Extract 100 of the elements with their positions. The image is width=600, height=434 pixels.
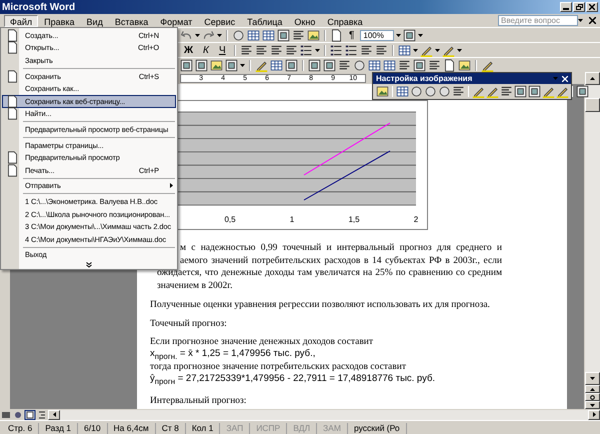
- zoom-field[interactable]: 100%: [360, 30, 394, 40]
- pencil-icon[interactable]: [556, 85, 569, 98]
- frame-icon[interactable]: [195, 58, 208, 72]
- frame-icon[interactable]: [285, 58, 298, 72]
- scroll-left-button[interactable]: [48, 410, 60, 420]
- caret-icon[interactable]: [412, 48, 418, 52]
- frame-icon[interactable]: [323, 58, 336, 72]
- caret-icon[interactable]: [456, 48, 462, 52]
- text-lines-icon[interactable]: [428, 58, 441, 72]
- scroll-right-button[interactable]: [588, 410, 600, 420]
- caret-icon[interactable]: [240, 64, 245, 66]
- vertical-scrollbar[interactable]: [584, 72, 600, 409]
- up-arrow-icon[interactable]: [590, 77, 595, 80]
- text-lines-icon[interactable]: [240, 44, 253, 56]
- text-lines-icon[interactable]: [360, 44, 373, 56]
- pencil-icon[interactable]: [255, 58, 268, 72]
- circle-icon[interactable]: [438, 85, 451, 98]
- list-icon[interactable]: [344, 44, 358, 56]
- right-arrow-icon[interactable]: [592, 412, 596, 417]
- menu-bar-item[interactable]: Вставка: [108, 14, 154, 26]
- text-lines-icon[interactable]: [338, 58, 351, 72]
- page-icon[interactable]: [6, 151, 18, 164]
- paragraph-mark-button[interactable]: ¶: [345, 28, 358, 42]
- frame-icon[interactable]: [277, 28, 290, 42]
- table-icon[interactable]: [368, 58, 381, 72]
- scroll-thumb[interactable]: [585, 98, 600, 112]
- caret-icon[interactable]: [418, 34, 424, 36]
- down-arrow-icon[interactable]: [590, 377, 595, 380]
- page-icon[interactable]: [6, 94, 18, 108]
- scroll-down-button[interactable]: [585, 372, 600, 385]
- text-lines-icon[interactable]: [292, 28, 305, 42]
- frame-icon[interactable]: [528, 85, 541, 98]
- menu-bar-item[interactable]: Вид: [80, 14, 109, 26]
- picture-icon[interactable]: [458, 58, 471, 72]
- page-icon[interactable]: [6, 70, 18, 83]
- text-lines-icon[interactable]: [270, 44, 283, 56]
- table-icon[interactable]: [262, 28, 275, 42]
- circle-icon[interactable]: [232, 28, 245, 42]
- underline-button[interactable]: Ч: [214, 44, 230, 56]
- frame-icon[interactable]: [514, 85, 527, 98]
- circle-icon[interactable]: [410, 85, 423, 98]
- caret-icon[interactable]: [396, 34, 402, 36]
- close-icon[interactable]: [589, 17, 596, 24]
- caret-icon[interactable]: [195, 34, 200, 36]
- menu-bar-item[interactable]: Таблица: [241, 14, 288, 26]
- previous-page-button[interactable]: [585, 385, 600, 393]
- page-icon[interactable]: [6, 41, 18, 54]
- web-view-icon[interactable]: [12, 410, 24, 420]
- circle-icon[interactable]: [424, 85, 437, 98]
- picture-icon[interactable]: [210, 58, 223, 72]
- page-icon[interactable]: [330, 28, 343, 42]
- text-lines-icon[interactable]: [452, 85, 465, 98]
- table-icon[interactable]: [383, 58, 396, 72]
- page-icon[interactable]: [6, 164, 18, 177]
- bold-button[interactable]: Ж: [180, 44, 198, 56]
- restore-icon[interactable]: [576, 4, 582, 10]
- text-lines-icon[interactable]: [374, 44, 388, 56]
- text-lines-icon[interactable]: [284, 44, 298, 56]
- next-page-button[interactable]: [585, 401, 600, 409]
- close-button[interactable]: [586, 2, 598, 12]
- menu-bar-item[interactable]: Окно: [288, 14, 322, 26]
- minimize-button[interactable]: [560, 2, 572, 12]
- text-lines-icon[interactable]: [398, 58, 411, 72]
- frame-icon[interactable]: [576, 85, 589, 98]
- menu-bar-item[interactable]: Файл: [4, 14, 38, 26]
- pencil-icon[interactable]: [481, 58, 494, 72]
- picture-icon[interactable]: [307, 28, 320, 42]
- circle-icon[interactable]: [353, 58, 366, 72]
- frame-icon[interactable]: [225, 58, 238, 72]
- frame-icon[interactable]: [403, 28, 416, 42]
- undo-icon[interactable]: [180, 28, 193, 42]
- help-search-field[interactable]: Введите вопрос: [498, 15, 578, 26]
- list-icon[interactable]: [300, 44, 313, 56]
- table-icon[interactable]: [398, 44, 411, 56]
- page-view-icon[interactable]: [24, 410, 36, 420]
- caret-icon[interactable]: [314, 48, 320, 52]
- menu-bar-item[interactable]: Правка: [38, 14, 81, 26]
- caret-icon[interactable]: [217, 34, 222, 36]
- outline-view-icon[interactable]: [36, 410, 48, 420]
- redo-icon[interactable]: [202, 28, 215, 42]
- italic-button[interactable]: К: [199, 44, 213, 56]
- list-icon[interactable]: [330, 44, 343, 56]
- pencil-icon[interactable]: [420, 44, 433, 56]
- circle-icon[interactable]: [590, 394, 595, 400]
- menu-bar-item[interactable]: Сервис: [198, 14, 242, 26]
- expand-icon[interactable]: [86, 262, 92, 268]
- down-arrow-icon[interactable]: [590, 404, 595, 406]
- up-arrow-icon[interactable]: [590, 388, 595, 390]
- picture-icon[interactable]: [376, 85, 389, 98]
- table-icon[interactable]: [396, 85, 409, 98]
- text-lines-icon[interactable]: [254, 44, 268, 56]
- frame-icon[interactable]: [308, 58, 321, 72]
- left-arrow-icon[interactable]: [52, 412, 56, 417]
- page-icon[interactable]: [6, 28, 18, 42]
- pencil-icon[interactable]: [472, 85, 485, 98]
- horizontal-scrollbar[interactable]: [60, 410, 588, 420]
- pencil-icon[interactable]: [486, 85, 499, 98]
- caret-icon[interactable]: [578, 19, 583, 22]
- pencil-icon[interactable]: [542, 85, 555, 98]
- menu-bar-item[interactable]: Формат: [154, 14, 198, 26]
